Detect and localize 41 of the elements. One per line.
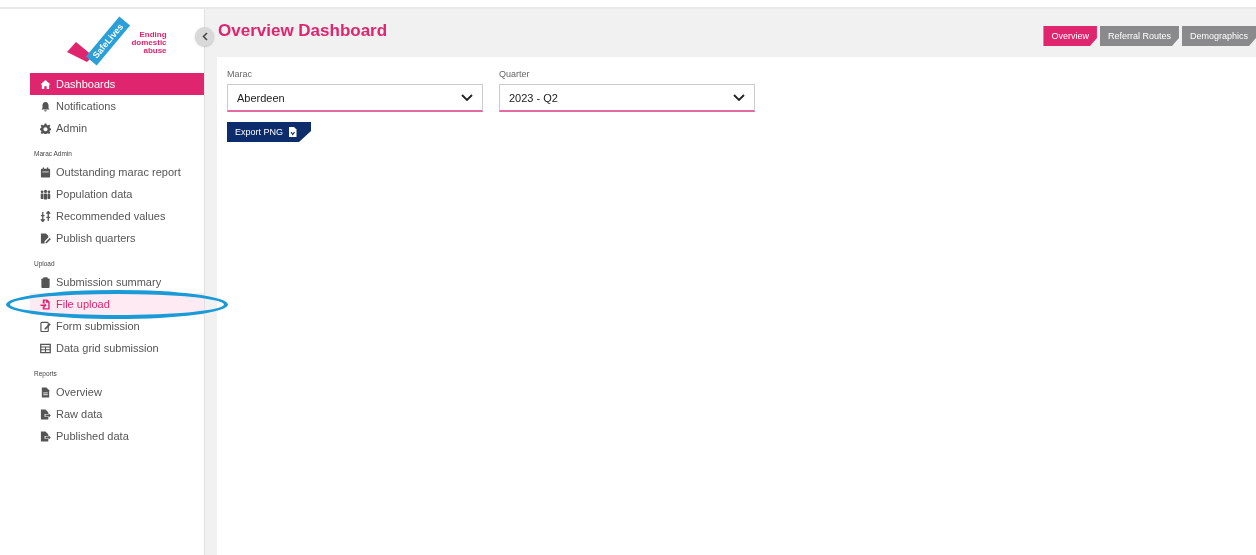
field-label: Quarter <box>499 69 531 79</box>
form-edit-icon <box>40 320 51 332</box>
chevron-down-icon <box>461 93 473 102</box>
tab[interactable]: Overview <box>1043 26 1097 46</box>
table-icon <box>40 342 51 354</box>
gear-icon <box>40 122 51 134</box>
field-label: Marac <box>227 69 253 79</box>
sort-icon <box>40 210 51 222</box>
logo-tagline: domestic <box>131 39 167 47</box>
export-button[interactable]: Export PNG <box>227 122 311 142</box>
logo-tagline: Ending <box>139 31 167 39</box>
sidebar-item[interactable]: Raw data <box>30 403 204 425</box>
file-export-icon <box>40 408 51 420</box>
logo-tagline: abuse <box>143 47 167 55</box>
page-title: Overview Dashboard <box>218 21 389 42</box>
file-icon <box>40 386 51 398</box>
clipboard-icon <box>40 276 51 288</box>
sidebar-item[interactable]: Publish quarters <box>30 227 204 249</box>
chevron-down-icon <box>733 93 745 102</box>
calendar-icon <box>40 166 51 178</box>
file-icon <box>288 127 297 137</box>
file-upload-icon <box>40 298 51 310</box>
file-export-icon <box>40 430 51 442</box>
sidebar-item[interactable]: Submission summary <box>30 271 204 293</box>
dropdown-field[interactable]: Aberdeen <box>227 84 483 112</box>
sidebar-item[interactable]: Population data <box>30 183 204 205</box>
sidebar-item[interactable]: Admin <box>30 117 204 139</box>
chevron-left-icon <box>201 32 208 41</box>
bell-icon <box>40 100 51 112</box>
home-icon <box>40 78 51 90</box>
sidebar-item[interactable]: Recommended values <box>30 205 204 227</box>
file-edit-icon <box>40 232 51 244</box>
sidebar-item[interactable]: Published data <box>30 425 204 447</box>
sidebar-item[interactable]: Data grid submission <box>30 337 204 359</box>
sidebar-item[interactable]: Outstanding marac report <box>30 161 204 183</box>
sidebar-item[interactable]: Notifications <box>30 95 204 117</box>
dropdown-field[interactable]: 2023 - Q2 <box>499 84 755 112</box>
people-icon <box>40 188 51 200</box>
sidebar-item[interactable]: Dashboards <box>30 73 204 95</box>
sidebar-item[interactable]: Form submission <box>30 315 204 337</box>
sidebar-item[interactable]: Overview <box>30 381 204 403</box>
